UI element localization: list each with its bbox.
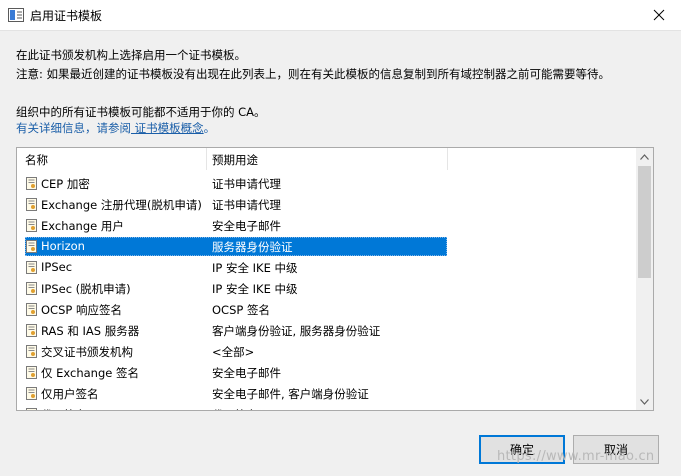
template-name: CEP 加密 xyxy=(41,177,90,191)
close-icon xyxy=(653,9,665,21)
template-name: IPSec (脱机申请) xyxy=(41,282,131,296)
template-name: 仅用户签名 xyxy=(41,387,99,401)
template-name: 仅 Exchange 签名 xyxy=(41,366,140,380)
template-name: 代码签名 xyxy=(41,407,87,410)
template-purpose: 证书申请代理 xyxy=(212,198,281,212)
certificate-template-icon xyxy=(26,366,37,379)
more-info-suffix: 。 xyxy=(203,121,216,135)
window-title: 启用证书模板 xyxy=(30,9,103,23)
certificate-template-icon xyxy=(26,324,37,337)
column-divider[interactable] xyxy=(206,148,207,170)
list-item[interactable]: 仅用户签名 安全电子邮件, 客户端身份验证 xyxy=(17,383,637,404)
list-rows: CEP 加密 证书申请代理 Exchange 注册代理(脱机申请) 证书申请代理 Exc… xyxy=(17,173,637,410)
scope-text: 组织中的所有证书模板可能都不适用于你的 CA。 xyxy=(16,105,266,119)
list-item[interactable]: RAS 和 IAS 服务器 客户端身份验证, 服务器身份验证 xyxy=(17,320,637,341)
more-info-line: 有关详细信息，请参阅 证书模板概念。 xyxy=(16,120,215,136)
template-purpose: 安全电子邮件 xyxy=(212,366,281,380)
column-header-purpose[interactable]: 预期用途 xyxy=(212,152,258,168)
template-name: OCSP 响应签名 xyxy=(41,303,122,317)
chevron-down-icon xyxy=(640,398,649,405)
scrollbar-thumb[interactable] xyxy=(638,166,651,278)
template-purpose: 安全电子邮件 xyxy=(212,219,281,233)
certificate-template-icon xyxy=(26,219,37,232)
column-header-name[interactable]: 名称 xyxy=(25,152,48,168)
note-text: 注意: 如果最近创建的证书模板没有出现在此列表上，则在有关此模板的信息复制到所有… xyxy=(16,67,611,81)
list-item[interactable]: Exchange 注册代理(脱机申请) 证书申请代理 xyxy=(17,194,637,215)
certificate-template-icon xyxy=(26,408,37,410)
scroll-up-button[interactable] xyxy=(636,148,653,165)
vertical-scrollbar[interactable] xyxy=(636,148,653,410)
list-item[interactable]: CEP 加密 证书申请代理 xyxy=(17,173,637,194)
column-divider[interactable] xyxy=(447,148,448,170)
template-name: Horizon xyxy=(41,239,85,253)
template-purpose: OCSP 签名 xyxy=(212,303,270,317)
certificate-template-icon xyxy=(26,198,37,211)
template-name: IPSec xyxy=(41,260,73,274)
template-purpose: IP 安全 IKE 中级 xyxy=(212,282,298,296)
title-bar: 启用证书模板 xyxy=(0,0,681,31)
list-header: 名称 预期用途 xyxy=(17,148,635,170)
intro-text: 在此证书颁发机构上选择启用一个证书模板。 xyxy=(16,48,246,62)
certificate-template-icon xyxy=(26,345,37,358)
watermark-text: https://www.mr-mao.cn xyxy=(497,449,655,464)
template-purpose: 客户端身份验证, 服务器身份验证 xyxy=(212,324,381,338)
list-item[interactable]: Horizon 服务器身份验证 xyxy=(17,236,637,257)
template-name: 交叉证书颁发机构 xyxy=(41,345,133,359)
scroll-down-button[interactable] xyxy=(636,393,653,410)
chevron-up-icon xyxy=(640,153,649,160)
template-name: Exchange 注册代理(脱机申请) xyxy=(41,198,202,212)
template-purpose: 代码签名 xyxy=(212,407,258,410)
template-name: Exchange 用户 xyxy=(41,219,124,233)
template-purpose: 证书申请代理 xyxy=(212,177,281,191)
certificate-template-icon xyxy=(26,303,37,316)
list-item[interactable]: 交叉证书颁发机构 <全部> xyxy=(17,341,637,362)
certificate-template-icon xyxy=(26,177,37,190)
close-button[interactable] xyxy=(637,0,681,30)
more-info-prefix: 有关详细信息，请参阅 xyxy=(16,121,131,135)
list-item[interactable]: 代码签名 代码签名 xyxy=(17,404,637,410)
list-item[interactable]: IPSec (脱机申请) IP 安全 IKE 中级 xyxy=(17,278,637,299)
template-purpose: 服务器身份验证 xyxy=(212,240,293,254)
template-purpose: 安全电子邮件, 客户端身份验证 xyxy=(212,387,369,401)
window-app-icon xyxy=(8,8,24,22)
list-item[interactable]: IPSec IP 安全 IKE 中级 xyxy=(17,257,637,278)
certificate-template-icon xyxy=(26,282,37,295)
certificate-template-icon xyxy=(26,387,37,400)
certificate-template-icon xyxy=(26,240,37,253)
list-item[interactable]: Exchange 用户 安全电子邮件 xyxy=(17,215,637,236)
template-purpose: <全部> xyxy=(212,345,255,359)
list-item[interactable]: OCSP 响应签名 OCSP 签名 xyxy=(17,299,637,320)
template-name: RAS 和 IAS 服务器 xyxy=(41,324,140,338)
list-item[interactable]: 仅 Exchange 签名 安全电子邮件 xyxy=(17,362,637,383)
certificate-template-icon xyxy=(26,261,37,274)
template-list[interactable]: 名称 预期用途 CEP 加密 证书申请代理 Exchange 注册代理(脱机申请) 证… xyxy=(16,147,654,411)
template-concepts-link[interactable]: 证书模板概念 xyxy=(131,121,204,135)
template-purpose: IP 安全 IKE 中级 xyxy=(212,261,298,275)
